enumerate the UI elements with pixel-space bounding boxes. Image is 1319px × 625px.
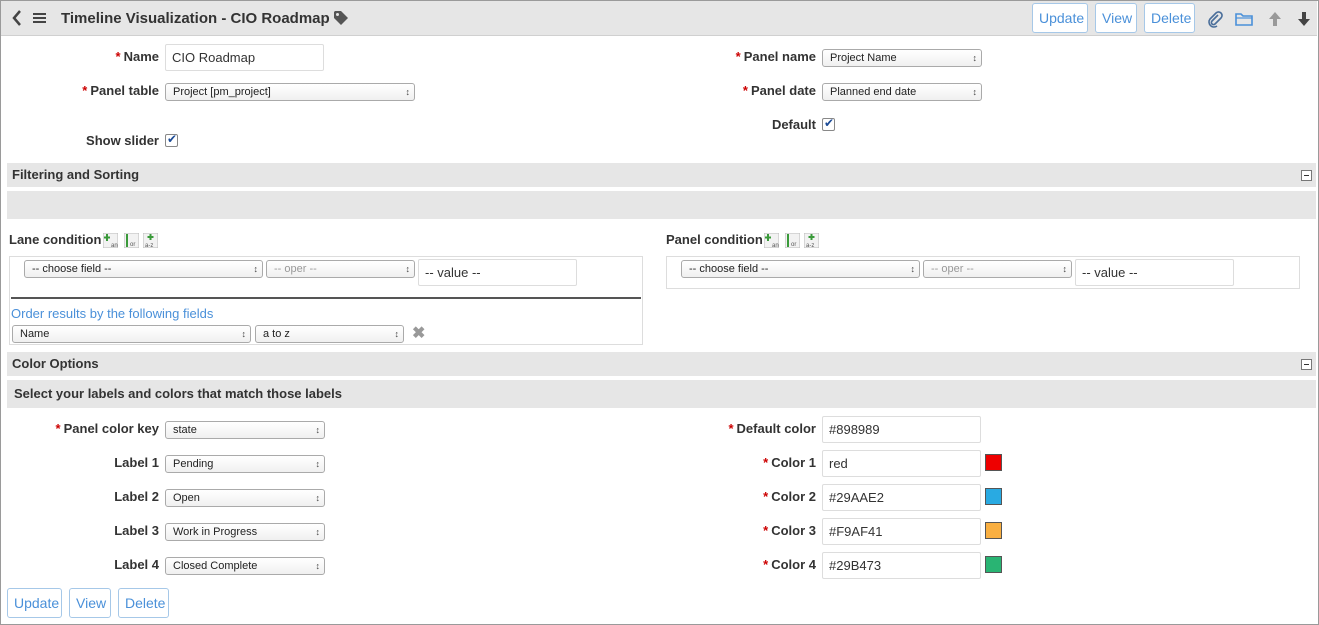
update-button-header[interactable]: Update — [1032, 3, 1088, 33]
lane-condition-label: Lane condition — [9, 232, 102, 247]
panel-table-label: * Panel table — [82, 83, 159, 98]
svg-text:and: and — [111, 243, 118, 248]
label-4-select[interactable]: Closed Complete — [165, 557, 325, 575]
color-options-title: Color Options — [12, 356, 99, 371]
label-1-select[interactable]: Pending — [165, 455, 325, 473]
filtering-section-header: Filtering and Sorting — [7, 163, 1316, 187]
color-1-field[interactable]: red — [822, 450, 981, 477]
view-button-footer[interactable]: View — [69, 588, 111, 618]
sort-icon[interactable]: a-z — [142, 232, 159, 249]
filtering-section-title: Filtering and Sorting — [12, 167, 140, 182]
add-and-icon[interactable]: and — [763, 232, 782, 249]
color-3-label: * Color 3 — [763, 523, 816, 538]
color-2-label: * Color 2 — [763, 489, 816, 504]
panel-color-key-label: * Panel color key — [55, 421, 159, 436]
panel-name-select[interactable]: Project Name — [822, 49, 982, 67]
color-options-header: Color Options — [7, 352, 1316, 376]
color-options-subheader: Select your labels and colors that match… — [7, 380, 1316, 408]
panel-date-label: * Panel date — [742, 83, 816, 98]
svg-text:a-z: a-z — [145, 243, 153, 248]
color-4-swatch — [985, 556, 1002, 573]
label-3-select[interactable]: Work in Progress — [165, 523, 325, 541]
collapse-filtering-icon[interactable] — [1301, 170, 1312, 181]
order-results-link[interactable]: Order results by the following fields — [11, 306, 213, 321]
add-and-icon[interactable]: and — [102, 232, 121, 249]
page-title: Timeline Visualization - CIO Roadmap — [61, 10, 330, 27]
color-4-label: * Color 4 — [763, 557, 816, 572]
sort-icon[interactable]: a-z — [803, 232, 820, 249]
panel-oper-select[interactable]: -- oper -- — [923, 260, 1072, 278]
back-icon[interactable] — [11, 9, 23, 30]
delete-button-header[interactable]: Delete — [1144, 3, 1195, 33]
panel-field-select[interactable]: -- choose field -- — [681, 260, 920, 278]
delete-button-footer[interactable]: Delete — [118, 588, 169, 618]
show-slider-checkbox[interactable] — [165, 132, 178, 147]
lane-value-field[interactable]: -- value -- — [418, 259, 577, 286]
color-1-label: * Color 1 — [763, 455, 816, 470]
folder-icon[interactable] — [1235, 10, 1253, 28]
color-1-swatch — [985, 454, 1002, 471]
default-color-field[interactable]: #898989 — [822, 416, 981, 443]
svg-text:a-z: a-z — [806, 243, 814, 248]
order-field-select[interactable]: Name — [12, 325, 251, 343]
add-or-icon[interactable]: or — [123, 232, 140, 249]
svg-text:or: or — [130, 242, 135, 248]
svg-text:or: or — [791, 242, 796, 248]
panel-name-label: * Panel name — [735, 49, 816, 64]
label-2-label: Label 2 — [114, 489, 159, 504]
default-checkbox[interactable] — [822, 116, 835, 131]
menu-icon[interactable] — [33, 9, 47, 30]
label-4-label: Label 4 — [114, 557, 159, 572]
label-1-label: Label 1 — [114, 455, 159, 470]
panel-condition-label: Panel condition — [666, 232, 763, 247]
lane-oper-select[interactable]: -- oper -- — [266, 260, 415, 278]
add-or-icon[interactable]: or — [784, 232, 801, 249]
color-3-field[interactable]: #F9AF41 — [822, 518, 981, 545]
order-direction-select[interactable]: a to z — [255, 325, 404, 343]
panel-table-select[interactable]: Project [pm_project] — [165, 83, 415, 101]
form-header: Timeline Visualization - CIO Roadmap Upd… — [1, 1, 1317, 36]
color-3-swatch — [985, 522, 1002, 539]
name-label: * Name — [115, 49, 159, 64]
label-2-select[interactable]: Open — [165, 489, 325, 507]
name-field[interactable]: CIO Roadmap — [165, 44, 324, 71]
color-2-field[interactable]: #29AAE2 — [822, 484, 981, 511]
filter-breadcrumb-bar — [7, 191, 1316, 219]
panel-color-key-select[interactable]: state — [165, 421, 325, 439]
update-button-footer[interactable]: Update — [7, 588, 62, 618]
lane-field-select[interactable]: -- choose field -- — [24, 260, 263, 278]
color-2-swatch — [985, 488, 1002, 505]
default-color-label: * Default color — [728, 421, 816, 436]
color-options-subtitle: Select your labels and colors that match… — [14, 386, 342, 401]
color-4-field[interactable]: #29B473 — [822, 552, 981, 579]
default-label: Default — [771, 117, 816, 132]
tag-icon[interactable] — [333, 10, 349, 29]
show-slider-label: Show slider — [86, 133, 159, 148]
paperclip-icon[interactable] — [1206, 10, 1224, 28]
panel-date-select[interactable]: Planned end date — [822, 83, 982, 101]
label-3-label: Label 3 — [114, 523, 159, 538]
close-icon[interactable]: ✖ — [412, 323, 425, 343]
arrow-up-icon[interactable] — [1266, 10, 1284, 28]
panel-value-field[interactable]: -- value -- — [1075, 259, 1234, 286]
view-button-header[interactable]: View — [1095, 3, 1137, 33]
collapse-color-icon[interactable] — [1301, 359, 1312, 370]
svg-text:and: and — [772, 243, 779, 248]
order-divider — [11, 297, 641, 299]
arrow-down-icon[interactable] — [1295, 10, 1313, 28]
